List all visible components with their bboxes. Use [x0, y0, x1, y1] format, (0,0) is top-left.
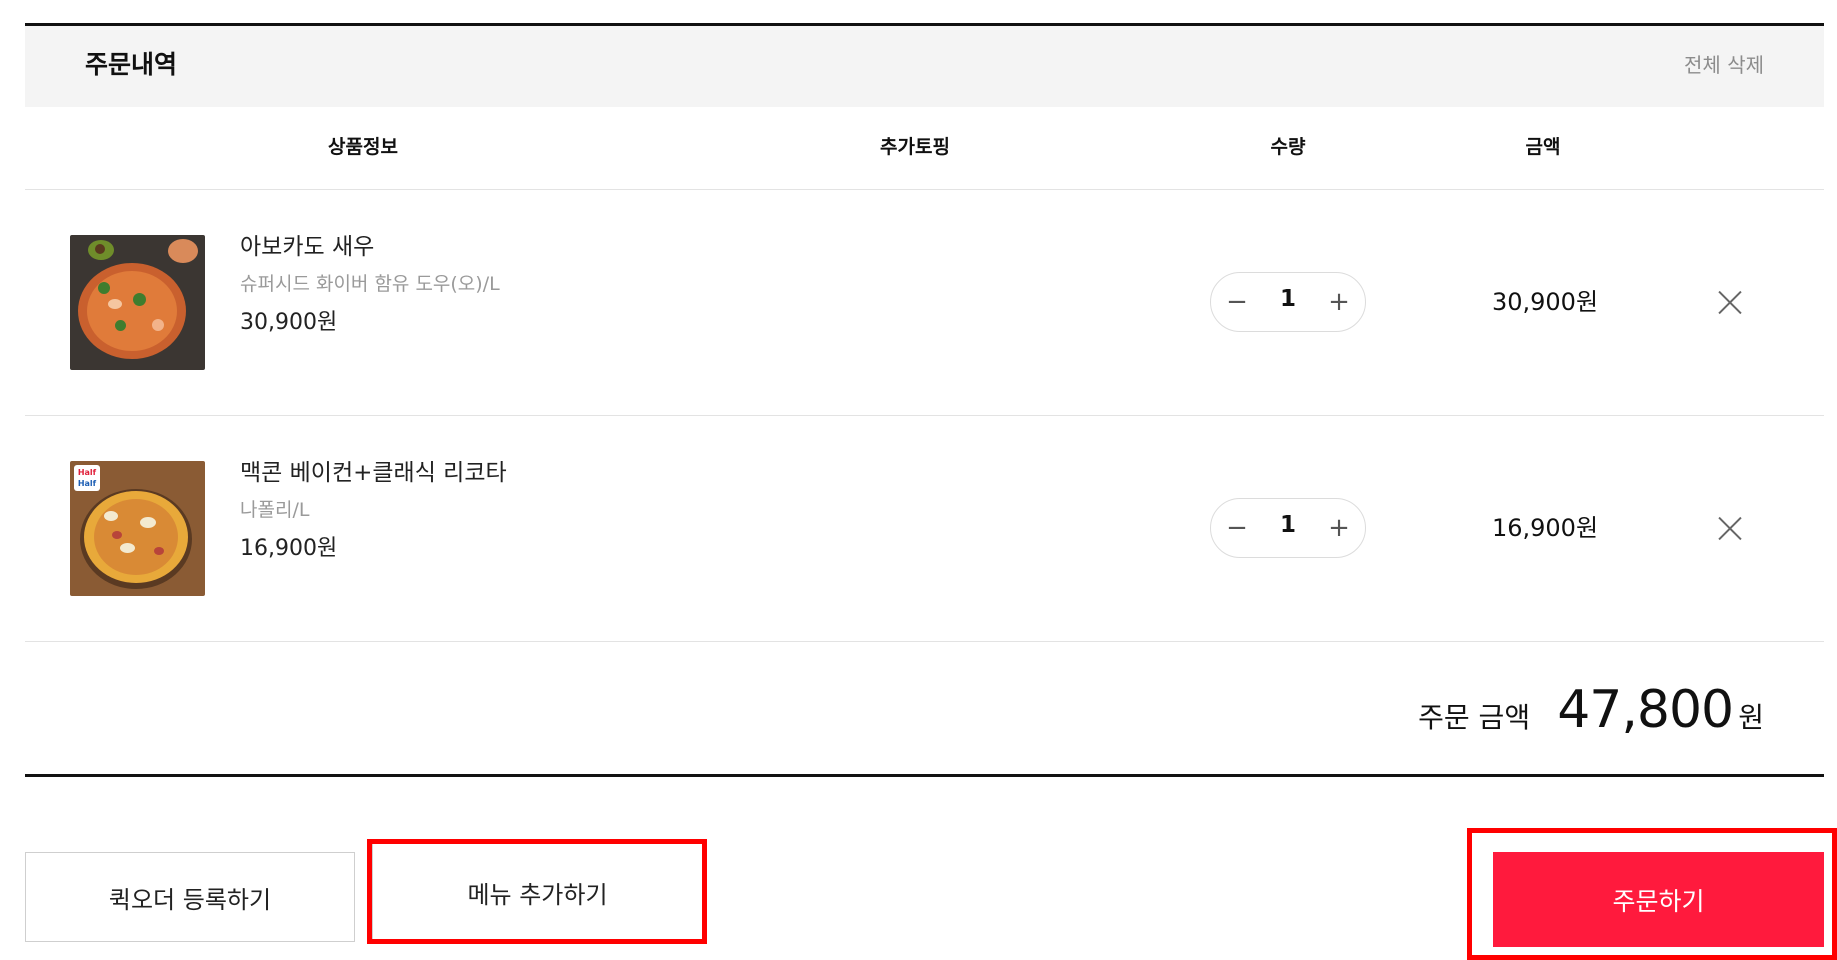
item-unit-price: 16,900원 [240, 536, 338, 561]
quick-order-button[interactable]: 퀵오더 등록하기 [25, 852, 355, 942]
plus-icon[interactable]: + [1323, 286, 1355, 318]
close-icon[interactable] [1718, 516, 1743, 541]
cart-item: 아보카도 새우 슈퍼시드 화이버 함유 도우(오)/L 30,900원 − 1 … [25, 190, 1824, 416]
column-header-product: 상품정보 [328, 136, 398, 158]
order-total-label: 주문 금액 [1418, 701, 1531, 734]
order-button[interactable]: 주문하기 [1493, 852, 1824, 947]
order-total-unit: 원 [1738, 701, 1764, 734]
cart-item: Half Half 맥콘 베이컨+클래식 리코타 나폴리/L 16,900원 −… [25, 416, 1824, 642]
quantity-stepper: − 1 + [1210, 498, 1366, 558]
row-divider [25, 641, 1824, 642]
product-image [70, 235, 205, 370]
item-name: 맥콘 베이컨+클래식 리코타 [240, 460, 507, 486]
bottom-divider [25, 774, 1824, 777]
order-total-value: 47,800 [1557, 680, 1734, 740]
order-header: 주문내역 전체 삭제 [25, 26, 1824, 107]
product-image: Half Half [70, 461, 205, 596]
item-total: 16,900원 [1491, 514, 1599, 542]
half-badge-line1: Half [77, 468, 97, 477]
column-header-amount: 금액 [1525, 136, 1561, 158]
close-icon[interactable] [1718, 290, 1743, 315]
plus-icon[interactable]: + [1323, 512, 1355, 544]
item-option: 슈퍼시드 화이버 함유 도우(오)/L [240, 273, 500, 295]
column-header-topping: 추가토핑 [880, 136, 950, 158]
item-option: 나폴리/L [240, 499, 310, 521]
column-header-quantity: 수량 [1270, 136, 1306, 158]
clear-all-button[interactable]: 전체 삭제 [1684, 55, 1764, 75]
half-badge-line2: Half [77, 479, 97, 488]
order-title: 주문내역 [85, 50, 178, 79]
item-unit-price: 30,900원 [240, 310, 338, 335]
item-name: 아보카도 새우 [240, 234, 375, 260]
quantity-stepper: − 1 + [1210, 272, 1366, 332]
item-total: 30,900원 [1491, 288, 1599, 316]
order-summary: 주문 금액 47,800 원 [1418, 680, 1764, 740]
add-menu-button[interactable]: 메뉴 추가하기 [372, 843, 703, 942]
